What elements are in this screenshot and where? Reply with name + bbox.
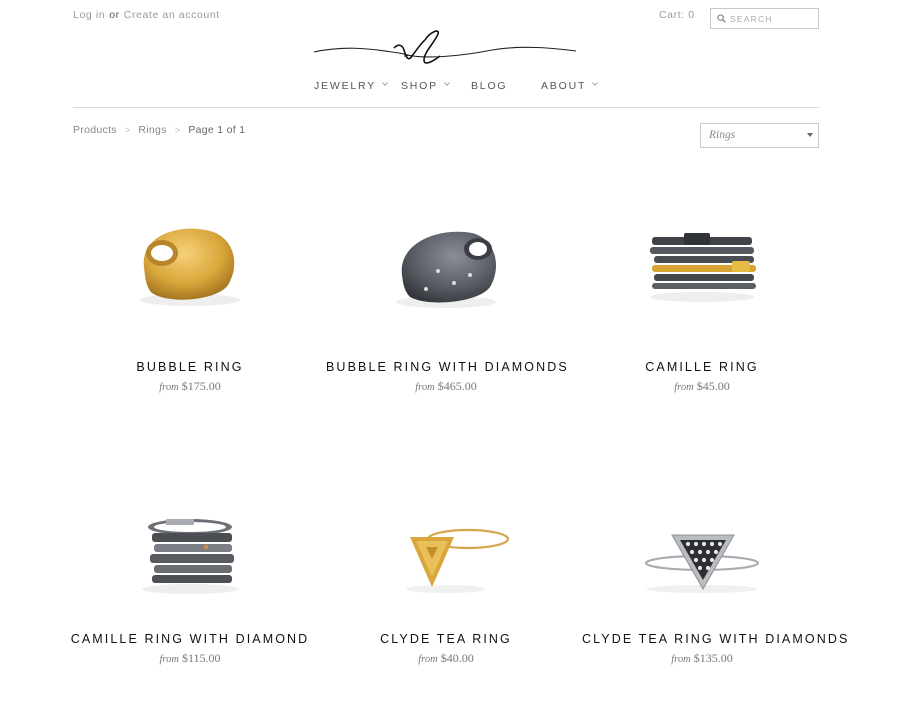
price-value: $175.00	[181, 379, 221, 393]
price-from-label: from	[418, 654, 438, 665]
product-card[interactable]: BUBBLE RING from $175.00	[70, 190, 310, 400]
product-price: from $45.00	[582, 379, 822, 394]
product-price: from $115.00	[70, 651, 310, 666]
create-account-link[interactable]: Create an account	[124, 9, 220, 21]
account-links: Log in or Create an account	[73, 9, 220, 21]
product-price: from $135.00	[582, 651, 822, 666]
price-value: $40.00	[440, 651, 474, 665]
login-link[interactable]: Log in	[73, 9, 105, 21]
collection-filter-select[interactable]: Rings	[700, 123, 819, 148]
breadcrumb-separator: >	[174, 125, 181, 135]
product-image-camille-ring[interactable]	[622, 205, 782, 335]
chevron-down-icon	[444, 82, 450, 86]
product-card[interactable]: BUBBLE RING WITH DIAMONDS from $465.00	[326, 190, 567, 400]
product-card[interactable]: CAMILLE RING from $45.00	[582, 190, 822, 400]
dropdown-caret-icon	[807, 133, 813, 137]
nav-item-label: JEWELRY	[314, 80, 377, 92]
nav-item-about[interactable]: ABOUT	[541, 80, 599, 92]
breadcrumb-rings-link[interactable]: Rings	[138, 124, 166, 136]
product-name[interactable]: CLYDE TEA RING WITH DIAMONDS	[582, 632, 847, 646]
product-image-bubble-ring[interactable]	[110, 205, 270, 335]
product-name[interactable]: BUBBLE RING	[70, 360, 310, 374]
search-icon	[717, 14, 726, 23]
nav-item-blog[interactable]: BLOG	[471, 80, 507, 92]
price-from-label: from	[159, 654, 179, 665]
chevron-down-icon	[382, 82, 388, 86]
product-price: from $40.00	[326, 651, 566, 666]
price-value: $45.00	[696, 379, 730, 393]
nav-item-shop[interactable]: SHOP	[401, 80, 450, 92]
filter-selected-value: Rings	[709, 129, 736, 141]
breadcrumb: Products > Rings > Page 1 of 1	[73, 124, 245, 136]
product-name[interactable]: CLYDE TEA RING	[326, 632, 566, 646]
product-card[interactable]: CAMILLE RING WITH DIAMOND from $115.00	[70, 462, 310, 672]
product-image-clyde-tea-ring[interactable]	[366, 477, 526, 607]
price-from-label: from	[671, 654, 691, 665]
search-input[interactable]	[730, 11, 815, 26]
product-name[interactable]: CAMILLE RING WITH DIAMOND	[70, 632, 310, 646]
product-price: from $465.00	[326, 379, 566, 394]
search-box[interactable]	[710, 8, 819, 29]
product-image-camille-ring-with-diamond[interactable]	[110, 477, 270, 607]
main-nav: JEWELRY SHOP BLOG ABOUT	[0, 80, 900, 98]
price-from-label: from	[159, 382, 179, 393]
product-price: from $175.00	[70, 379, 310, 394]
breadcrumb-current-page: Page 1 of 1	[188, 124, 246, 136]
price-value: $115.00	[181, 651, 221, 665]
price-from-label: from	[415, 382, 435, 393]
brand-logo[interactable]	[312, 26, 578, 70]
nav-item-label: SHOP	[401, 80, 438, 92]
or-text: or	[109, 9, 120, 21]
price-from-label: from	[674, 382, 694, 393]
chevron-down-icon	[592, 82, 599, 86]
nav-item-label: BLOG	[471, 80, 508, 92]
price-value: $465.00	[437, 379, 477, 393]
price-value: $135.00	[693, 651, 733, 665]
breadcrumb-separator: >	[124, 125, 131, 135]
product-card[interactable]: CLYDE TEA RING WITH DIAMONDS from $135.00	[582, 462, 847, 672]
breadcrumb-products-link[interactable]: Products	[73, 124, 117, 136]
nav-item-jewelry[interactable]: JEWELRY	[314, 80, 388, 92]
product-name[interactable]: CAMILLE RING	[582, 360, 822, 374]
cart-link[interactable]: Cart: 0	[659, 9, 695, 21]
product-image-bubble-ring-with-diamonds[interactable]	[366, 205, 526, 335]
header-divider	[73, 107, 820, 108]
product-card[interactable]: CLYDE TEA RING from $40.00	[326, 462, 566, 672]
nav-item-label: ABOUT	[541, 80, 587, 92]
product-name[interactable]: BUBBLE RING WITH DIAMONDS	[326, 360, 567, 374]
product-image-clyde-tea-ring-with-diamonds[interactable]	[622, 477, 782, 607]
